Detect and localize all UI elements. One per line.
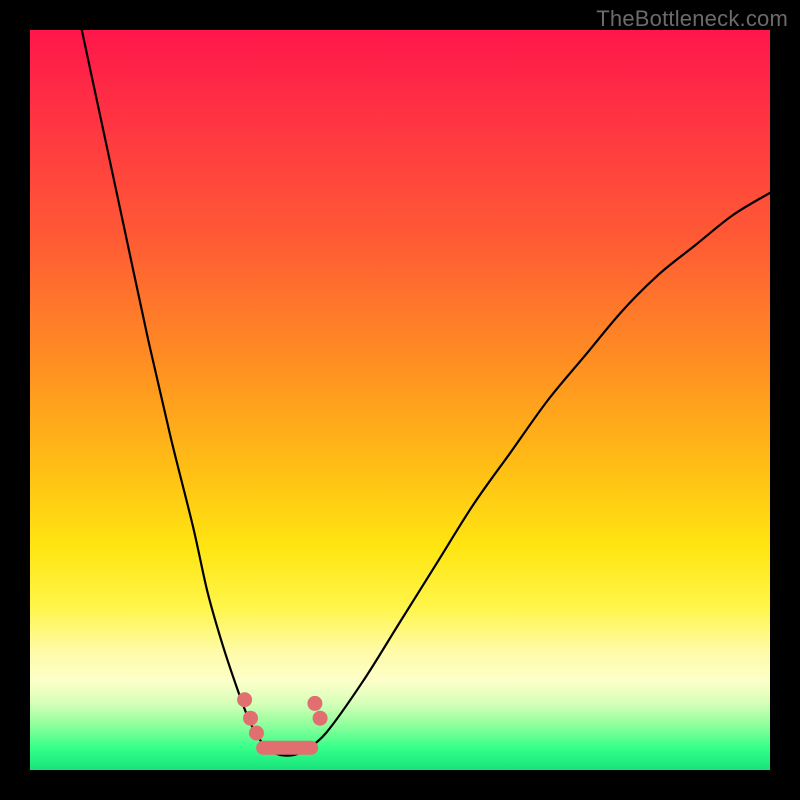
- marker-dot: [243, 711, 258, 726]
- watermark-text: TheBottleneck.com: [596, 6, 788, 32]
- curves-layer: [30, 30, 770, 770]
- marker-dot: [307, 696, 322, 711]
- marker-dot: [313, 711, 328, 726]
- marker-dot: [237, 692, 252, 707]
- curve-left-branch: [82, 30, 271, 752]
- marker-dots: [237, 692, 327, 740]
- marker-dot: [249, 726, 264, 741]
- chart-frame: TheBottleneck.com: [0, 0, 800, 800]
- plot-area: [30, 30, 770, 770]
- curve-right-branch: [304, 193, 770, 752]
